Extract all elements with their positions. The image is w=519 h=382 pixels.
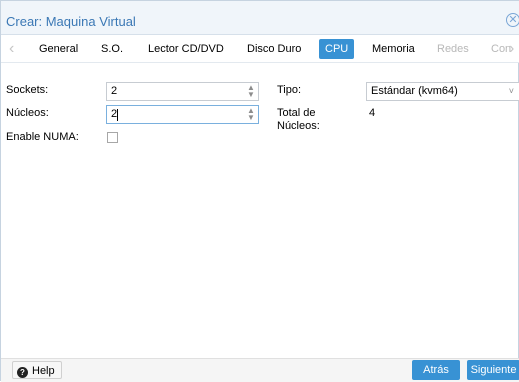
back-button-label: Atrás (423, 364, 449, 376)
sockets-input[interactable]: 2 ▲ ▼ (106, 82, 259, 101)
text-caret (117, 109, 118, 121)
cores-input[interactable]: 2 ▲ ▼ (106, 105, 259, 124)
dialog-title: Crear: Maquina Virtual (6, 14, 136, 29)
cpu-type-combo[interactable]: Estándar (kvm64) ˅ (366, 82, 519, 101)
numa-checkbox[interactable] (107, 132, 118, 143)
total-cores-label: Total de Núcleos: (277, 107, 320, 133)
tab-general[interactable]: General (33, 39, 84, 59)
cores-label: Núcleos: (6, 107, 49, 119)
next-button-label: Siguiente (470, 364, 517, 376)
tab-bar: ‹ General S.O. Lector CD/DVD Disco Duro … (1, 35, 519, 63)
chevron-left-icon[interactable]: ‹ (9, 40, 14, 58)
tab-cd-dvd[interactable]: Lector CD/DVD (142, 39, 230, 59)
chevron-right-icon[interactable]: › (509, 40, 514, 58)
spinner-down-icon[interactable]: ▼ (247, 114, 255, 122)
cpu-type-value: Estándar (kvm64) (371, 85, 458, 97)
dialog-titlebar: Crear: Maquina Virtual ✕ (1, 1, 519, 35)
help-button-label: Help (32, 365, 55, 377)
tab-cpu[interactable]: CPU (319, 39, 355, 59)
tab-hard-disk[interactable]: Disco Duro (241, 39, 307, 59)
sockets-spinner[interactable]: ▲ ▼ (247, 84, 255, 99)
tab-os[interactable]: S.O. (95, 39, 129, 59)
close-icon[interactable]: ✕ (506, 13, 519, 27)
sockets-value: 2 (111, 85, 118, 97)
spinner-down-icon[interactable]: ▼ (247, 91, 255, 99)
total-cores-label-line2: Núcleos: (277, 120, 320, 132)
dialog-footer: ? Help Atrás Siguiente (1, 358, 519, 382)
total-cores-label-line1: Total de (277, 107, 316, 119)
total-cores-value: 4 (369, 107, 376, 119)
tab-network[interactable]: Redes (431, 39, 475, 59)
help-button[interactable]: ? Help (12, 361, 62, 379)
question-circle-icon: ? (17, 367, 28, 378)
tab-memory[interactable]: Memoria (366, 39, 421, 59)
create-vm-dialog: Crear: Maquina Virtual ✕ ‹ General S.O. … (0, 0, 519, 382)
next-button[interactable]: Siguiente (467, 360, 519, 380)
chevron-down-icon[interactable]: ˅ (509, 86, 514, 96)
back-button[interactable]: Atrás (412, 360, 460, 380)
sockets-label: Sockets: (6, 84, 49, 96)
type-label: Tipo: (277, 84, 302, 96)
numa-label: Enable NUMA: (6, 131, 79, 143)
cores-spinner[interactable]: ▲ ▼ (247, 107, 255, 122)
